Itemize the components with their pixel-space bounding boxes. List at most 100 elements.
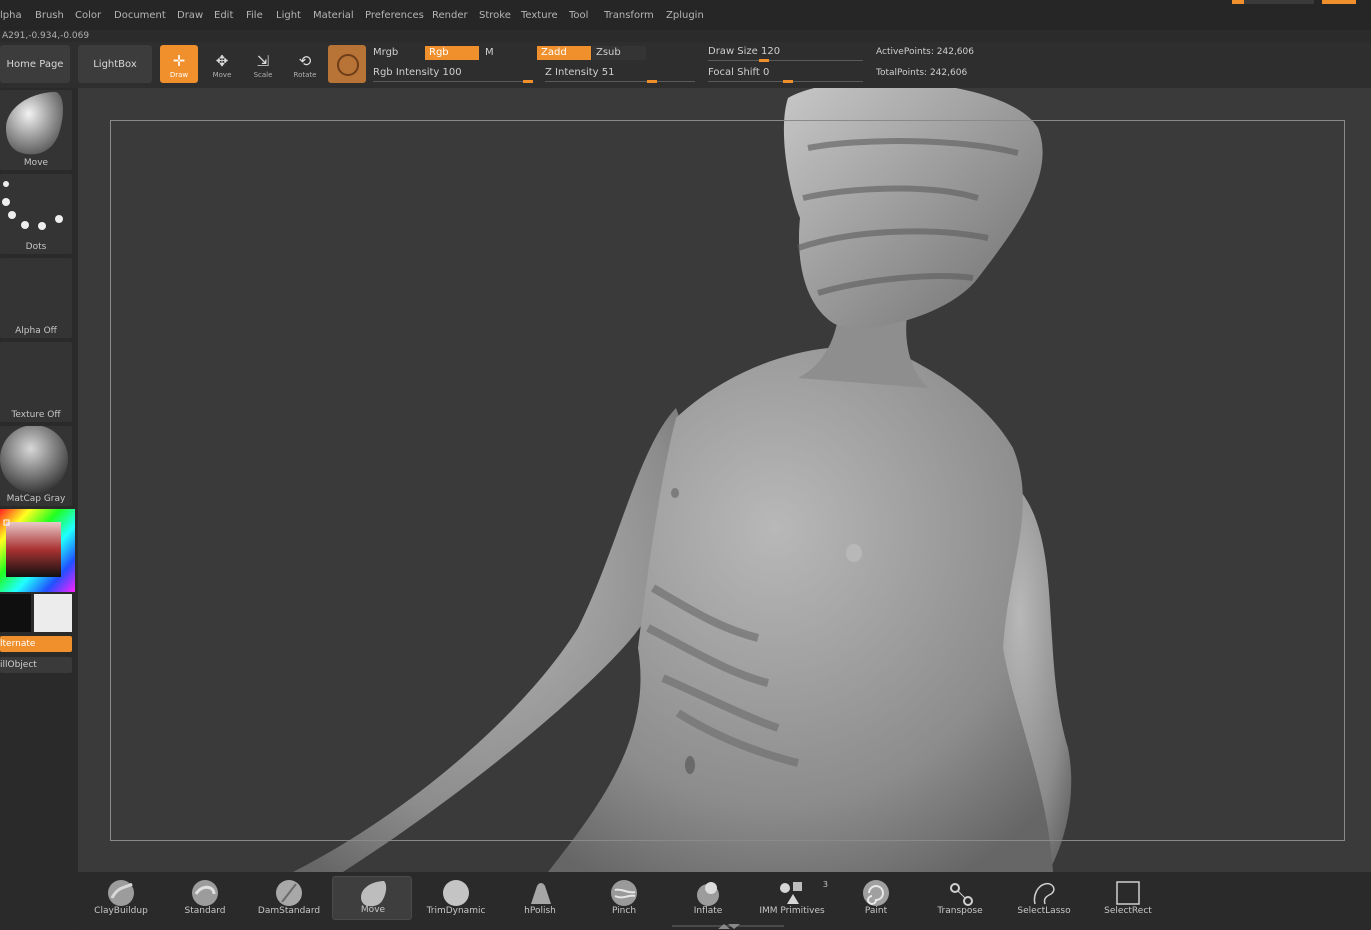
imm-primitives-icon (780, 882, 802, 904)
menu-stroke[interactable]: Stroke (479, 10, 511, 21)
menu-preferences[interactable]: Preferences (365, 10, 424, 21)
rgb-intensity-slider[interactable] (373, 81, 533, 82)
material-slot-label: MatCap Gray (6, 494, 66, 504)
selectrect-icon (1116, 881, 1140, 905)
stroke-slot-label: Dots (25, 242, 47, 252)
claybuildup-icon (108, 880, 134, 906)
alternate-button[interactable]: lternate (0, 636, 72, 652)
dots-stroke-icon (2, 181, 63, 230)
top-slider-knob[interactable] (1232, 0, 1244, 4)
menu-edit[interactable]: Edit (214, 10, 233, 21)
scale-icon: ⇲ (256, 52, 270, 70)
active-points-readout: ActivePoints: 242,606 (876, 47, 974, 57)
stroke-slot[interactable]: Dots (0, 174, 72, 254)
tool-transpose[interactable]: Transpose (920, 876, 1000, 920)
imm-count-badge: 3 (822, 880, 828, 889)
move-tool-label: Move (212, 71, 232, 79)
menu-brush[interactable]: Brush (35, 10, 64, 21)
rotate-tool-button[interactable]: ⟲ Rotate (286, 45, 324, 83)
move-icon: ✥ (215, 52, 229, 70)
shelf-resize-handle[interactable] (672, 922, 784, 930)
material-swatch-button[interactable] (328, 45, 366, 83)
texture-slot[interactable]: Texture Off (0, 342, 72, 422)
m-toggle[interactable]: M (485, 47, 494, 58)
trimdynamic-icon (443, 880, 469, 906)
draw-size-slider[interactable] (708, 60, 863, 61)
move-brush-shelf-icon (361, 881, 387, 907)
secondary-color-swatch[interactable] (34, 594, 72, 632)
draw-size-label: Draw Size 120 (708, 46, 781, 57)
brush-slot-label: Move (23, 158, 49, 168)
brush-pinch[interactable]: Pinch (584, 876, 664, 920)
menu-render[interactable]: Render (432, 10, 468, 21)
brush-hpolish[interactable]: hPolish (500, 876, 580, 920)
fillobject-button[interactable]: illObject (0, 657, 72, 673)
brush-label: Inflate (693, 906, 723, 916)
scale-tool-label: Scale (253, 71, 273, 79)
main-color-swatch[interactable] (0, 594, 31, 632)
damstandard-icon (276, 880, 302, 906)
standard-icon (192, 880, 218, 906)
texture-slot-label: Texture Off (11, 410, 61, 420)
tool-selectrect[interactable]: SelectRect (1088, 876, 1168, 920)
alpha-slot[interactable]: Alpha Off (0, 258, 72, 338)
menu-zplugin[interactable]: Zplugin (666, 10, 704, 21)
matcap-sphere-icon (0, 426, 68, 493)
material-slot[interactable]: MatCap Gray (0, 426, 72, 506)
rotate-icon: ⟲ (298, 52, 312, 70)
top-accent-button[interactable] (1322, 0, 1356, 4)
tool-selectlasso[interactable]: SelectLasso (1004, 876, 1084, 920)
draw-icon: ✛ (172, 52, 186, 70)
zsub-toggle[interactable]: Zsub (592, 46, 646, 60)
rotate-tool-label: Rotate (293, 71, 317, 79)
draw-tool-button[interactable]: ✛ Draw (160, 45, 198, 83)
menu-transform[interactable]: Transform (604, 10, 654, 21)
menu-file[interactable]: File (246, 10, 263, 21)
brush-claybuildup[interactable]: ClayBuildup (81, 876, 161, 920)
menu-color[interactable]: Color (75, 10, 101, 21)
z-intensity-slider[interactable] (545, 81, 695, 82)
scale-tool-button[interactable]: ⇲ Scale (244, 45, 282, 83)
z-intensity-knob[interactable] (647, 80, 657, 83)
top-slider[interactable] (1232, 0, 1314, 4)
menu-texture[interactable]: Texture (521, 10, 558, 21)
menu-light[interactable]: Light (276, 10, 301, 21)
menu-document[interactable]: Document (114, 10, 166, 21)
brush-label: Pinch (611, 906, 637, 916)
brush-paint[interactable]: Paint (836, 876, 916, 920)
zadd-toggle[interactable]: Zadd (537, 46, 591, 60)
focal-shift-knob[interactable] (783, 80, 793, 83)
selectlasso-icon (1033, 882, 1055, 905)
rgb-intensity-knob[interactable] (523, 80, 533, 83)
brush-damstandard[interactable]: DamStandard (249, 876, 329, 920)
current-brush-slot[interactable]: Move (0, 90, 72, 170)
brush-label: TrimDynamic (426, 906, 486, 916)
pinch-icon (611, 880, 637, 906)
menu-alpha[interactable]: lpha (0, 10, 22, 21)
color-picker[interactable] (0, 509, 75, 592)
brush-inflate[interactable]: Inflate (668, 876, 748, 920)
home-page-button[interactable]: Home Page (0, 45, 70, 83)
menu-material[interactable]: Material (313, 10, 354, 21)
rgb-toggle[interactable]: Rgb (425, 46, 479, 60)
brush-imm-primitives[interactable]: 3 IMM Primitives (752, 876, 832, 920)
focal-shift-label: Focal Shift 0 (708, 67, 770, 78)
draw-size-knob[interactable] (759, 59, 769, 62)
color-wheel-icon (0, 509, 75, 592)
brush-label: SelectRect (1104, 906, 1152, 916)
mrgb-toggle[interactable]: Mrgb (373, 47, 398, 58)
total-points-readout: TotalPoints: 242,606 (876, 68, 968, 78)
menu-tool[interactable]: Tool (569, 10, 588, 21)
move-tool-button[interactable]: ✥ Move (203, 45, 241, 83)
menu-draw[interactable]: Draw (177, 10, 203, 21)
brush-label: IMM Primitives (759, 906, 825, 916)
brush-trimdynamic[interactable]: TrimDynamic (416, 876, 496, 920)
brush-label: Transpose (937, 906, 983, 916)
brush-standard[interactable]: Standard (165, 876, 245, 920)
lightbox-button[interactable]: LightBox (78, 45, 152, 83)
brush-label: Standard (184, 906, 226, 916)
z-intensity-label: Z Intensity 51 (545, 67, 615, 78)
draw-tool-label: Draw (169, 71, 189, 79)
brush-move[interactable]: Move (332, 876, 412, 920)
brush-label: ClayBuildup (94, 906, 148, 916)
